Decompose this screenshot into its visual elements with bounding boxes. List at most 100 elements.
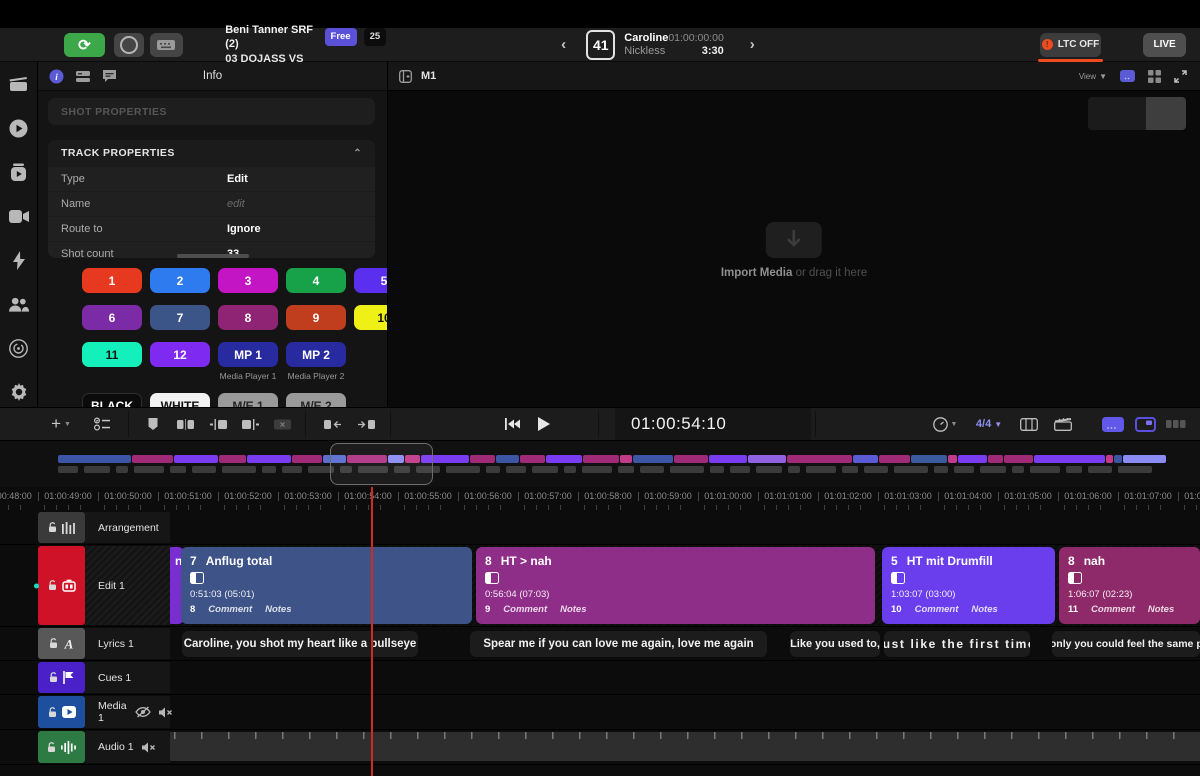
gear-icon[interactable]	[9, 382, 29, 402]
property-value[interactable]: Edit	[227, 173, 248, 185]
lyric-block[interactable]: Spear me if you can love me again, love …	[470, 631, 767, 657]
switcher-button-m-e-2[interactable]: M/E 2	[286, 393, 346, 407]
chevron-up-icon[interactable]: ⌃	[353, 148, 362, 159]
switcher-button-m-e-1[interactable]: M/E 1	[218, 393, 278, 407]
edit-clip[interactable]: 7Anflug total0:51:03 (05:01)8CommentNote…	[181, 547, 472, 624]
clip-comment-link[interactable]: Comment	[915, 604, 959, 615]
pip-view-toggle[interactable]	[1132, 408, 1158, 440]
time-signature-button[interactable]: 4/4▼	[973, 408, 1005, 440]
timecode-display[interactable]: 01:00:54:10	[615, 408, 811, 440]
track-color-box[interactable]	[38, 662, 85, 693]
switcher-button-4[interactable]: 4	[286, 268, 346, 293]
clip-comment-link[interactable]: Comment	[1091, 604, 1135, 615]
info-tab-icon[interactable]: i	[49, 69, 64, 84]
property-value[interactable]: Ignore	[227, 223, 261, 235]
monitor-panel-icon[interactable]	[399, 70, 412, 83]
track-color-box[interactable]	[38, 512, 85, 543]
comment-tab-icon[interactable]	[102, 69, 117, 83]
camera-icon[interactable]	[9, 206, 29, 226]
track-label[interactable]: Media 1	[85, 696, 170, 728]
trim-start-button[interactable]	[206, 408, 230, 440]
switcher-button-white[interactable]: WHITE	[150, 393, 210, 407]
shot-properties-section[interactable]: SHOT PROPERTIES	[48, 98, 375, 125]
cloud-sync-button[interactable]: ⟳	[64, 33, 105, 57]
filmstrip-button[interactable]	[1016, 408, 1042, 440]
edit-clip[interactable]: 5HT mit Drumfill1:03:07 (03:00)10Comment…	[882, 547, 1055, 624]
timeline-view-toggle[interactable]	[1100, 408, 1126, 440]
track-label[interactable]: Lyrics 1	[85, 628, 170, 659]
switcher-button-mp-2[interactable]: MP 2	[286, 342, 346, 367]
bolt-icon[interactable]	[9, 250, 29, 270]
shot-number-box[interactable]: 41	[586, 30, 615, 60]
switcher-button-10[interactable]: 10	[354, 305, 388, 330]
storyboard-view-toggle[interactable]	[1163, 408, 1189, 440]
lyric-block[interactable]: Like you used to,	[790, 631, 880, 657]
media-bin-icon[interactable]	[9, 162, 29, 182]
lyric-block[interactable]: Caroline, you shot my heart like a bulls…	[182, 631, 418, 657]
edit-clip[interactable]: 8HT > nah0:56:04 (07:03)9CommentNotes	[476, 547, 875, 624]
skip-start-button[interactable]	[500, 408, 524, 440]
snap-end-button[interactable]	[353, 408, 379, 440]
trim-end-button[interactable]	[238, 408, 262, 440]
lyric-block[interactable]: just like the first time	[884, 631, 1030, 657]
switcher-button-9[interactable]: 9	[286, 305, 346, 330]
switcher-button-1[interactable]: 1	[82, 268, 142, 293]
speaker-off-icon[interactable]	[142, 742, 155, 753]
split-clip-button[interactable]	[173, 408, 197, 440]
switcher-button-2[interactable]: 2	[150, 268, 210, 293]
add-shot-button[interactable]: +▼	[48, 408, 74, 440]
switcher-button-3[interactable]: 3	[218, 268, 278, 293]
free-plan-badge[interactable]: Free	[325, 28, 357, 46]
switcher-button-mp-1[interactable]: MP 1	[218, 342, 278, 367]
lyric-block[interactable]: If only you could feel the same pai	[1052, 631, 1200, 657]
clip-notes-link[interactable]: Notes	[1148, 604, 1174, 615]
marker-button[interactable]	[143, 408, 163, 440]
switcher-button-8[interactable]: 8	[218, 305, 278, 330]
switcher-button-black[interactable]: BLACK	[82, 393, 142, 407]
delete-clip-button[interactable]	[270, 408, 294, 440]
switcher-button-6[interactable]: 6	[82, 305, 142, 330]
next-shot-button[interactable]: ›	[750, 36, 755, 53]
snap-start-button[interactable]	[320, 408, 346, 440]
clapperboard-icon[interactable]	[9, 74, 29, 94]
single-view-icon[interactable]	[1120, 70, 1135, 82]
disc-icon[interactable]	[9, 338, 29, 358]
track-label[interactable]: Cues 1	[85, 662, 170, 693]
switcher-button-7[interactable]: 7	[150, 305, 210, 330]
switcher-button-12[interactable]: 12	[150, 342, 210, 367]
grid-view-icon[interactable]	[1148, 70, 1161, 83]
playhead[interactable]	[371, 487, 373, 776]
timeline-overview[interactable]	[0, 441, 1200, 487]
clapper-button[interactable]	[1050, 408, 1076, 440]
timeline-ruler[interactable]: 01:00:48:0001:00:49:0001:00:50:0001:00:5…	[0, 487, 1200, 511]
monitor-tab-m1[interactable]: M1	[421, 70, 436, 82]
track-label[interactable]: Edit 1	[85, 546, 170, 625]
live-button[interactable]: LIVE	[1143, 33, 1186, 57]
ltc-toggle-button[interactable]: ! LTC OFF	[1040, 33, 1101, 57]
track-color-box[interactable]	[38, 731, 85, 763]
fullscreen-icon[interactable]	[1174, 70, 1187, 83]
keyboard-button[interactable]	[150, 33, 184, 57]
audio-waveform-strip[interactable]	[170, 732, 1200, 761]
checklist-button[interactable]	[90, 408, 114, 440]
clip-notes-link[interactable]: Notes	[560, 604, 586, 615]
track-color-box[interactable]	[38, 696, 85, 728]
users-icon[interactable]	[9, 294, 29, 314]
switcher-button-5[interactable]: 5	[354, 268, 388, 293]
edit-clip[interactable]: 8nah1:06:07 (02:23)11CommentNotes	[1059, 547, 1200, 624]
track-label[interactable]: Audio 1	[85, 731, 170, 763]
track-label[interactable]: Arrangement	[85, 512, 170, 543]
play-button[interactable]	[532, 408, 556, 440]
clip-comment-link[interactable]: Comment	[503, 604, 547, 615]
play-circle-icon[interactable]	[9, 118, 29, 138]
playback-speed-button[interactable]: ▼	[930, 408, 960, 440]
clip-comment-link[interactable]: Comment	[208, 604, 252, 615]
overview-viewport-handle[interactable]	[330, 443, 433, 485]
clip-notes-link[interactable]: Notes	[971, 604, 997, 615]
property-value[interactable]: edit	[227, 198, 245, 210]
previous-shot-button[interactable]: ‹	[561, 36, 566, 53]
panel-scrollbar[interactable]	[177, 254, 249, 258]
eye-off-icon[interactable]	[135, 706, 151, 718]
switcher-button-11[interactable]: 11	[82, 342, 142, 367]
import-media-button[interactable]	[766, 222, 822, 258]
